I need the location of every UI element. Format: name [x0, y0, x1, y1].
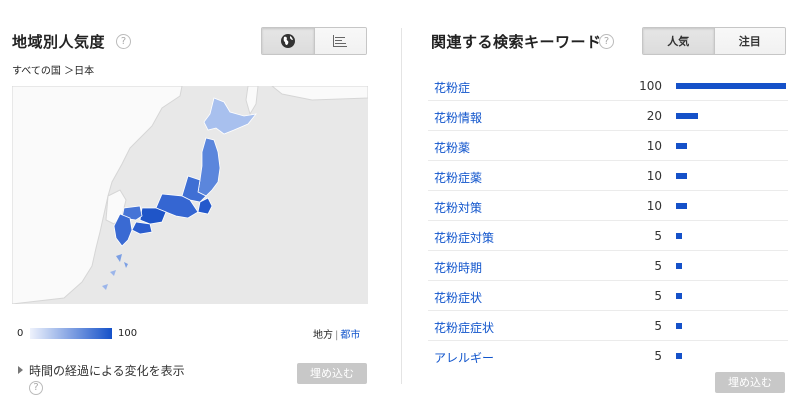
- score-bar: [676, 203, 687, 209]
- list-icon: [333, 35, 348, 47]
- keyword-link[interactable]: 花粉症状: [434, 289, 482, 306]
- table-row: 花粉薬 10: [428, 131, 788, 161]
- score-bar: [676, 143, 687, 149]
- tab-rising[interactable]: 注目: [713, 28, 785, 54]
- table-row: 花粉時期 5: [428, 251, 788, 281]
- globe-icon: [280, 34, 295, 48]
- view-toggle: [261, 27, 367, 55]
- score-bar: [676, 173, 687, 179]
- score-bar: [676, 113, 698, 119]
- keyword-score: 10: [646, 169, 662, 183]
- list-view-button[interactable]: [313, 28, 366, 54]
- region-link[interactable]: 地方: [313, 330, 333, 341]
- tab-popular[interactable]: 人気: [643, 28, 714, 54]
- table-row: 花粉症 100: [428, 71, 788, 101]
- map-view-button[interactable]: [262, 28, 314, 54]
- score-bar: [676, 293, 682, 299]
- panel-divider: [401, 28, 402, 384]
- keyword-link[interactable]: 花粉薬: [434, 139, 470, 156]
- keyword-score: 5: [654, 349, 662, 363]
- legend-max: 100: [118, 328, 138, 339]
- keyword-table: 花粉症 100 花粉情報 20 花粉薬 10 花粉症薬 10 花粉対策 10 花粉症対策 5 花粉時期 5…: [428, 71, 788, 371]
- keyword-score: 5: [654, 259, 662, 273]
- table-row: 花粉症薬 10: [428, 161, 788, 191]
- table-row: 花粉症状 5: [428, 281, 788, 311]
- city-link[interactable]: 都市: [340, 330, 360, 341]
- keyword-link[interactable]: アレルギー: [434, 349, 494, 366]
- embed-button[interactable]: 埋め込む: [715, 372, 785, 393]
- keyword-score: 5: [654, 319, 662, 333]
- score-bar: [676, 83, 786, 89]
- table-row: 花粉対策 10: [428, 191, 788, 221]
- legend-gradient: [30, 328, 112, 339]
- keyword-score: 10: [646, 199, 662, 213]
- keyword-link[interactable]: 花粉症薬: [434, 169, 482, 186]
- expand-triangle-icon: [18, 366, 23, 374]
- level-links: 地方 | 都市: [313, 330, 361, 341]
- time-expander-label: 時間の経過による変化を表示: [29, 364, 185, 378]
- breadcrumb[interactable]: すべての国 ＞日本: [12, 62, 94, 77]
- keyword-link[interactable]: 花粉時期: [434, 259, 482, 276]
- score-bar: [676, 353, 682, 359]
- regional-map[interactable]: [12, 86, 368, 304]
- japan-map: [12, 86, 368, 304]
- table-row: 花粉症対策 5: [428, 221, 788, 251]
- help-icon[interactable]: ?: [116, 34, 131, 49]
- keyword-score: 20: [646, 109, 662, 123]
- help-icon[interactable]: ?: [599, 34, 614, 49]
- keyword-score: 100: [639, 79, 662, 93]
- keyword-link[interactable]: 花粉情報: [434, 109, 482, 126]
- keyword-score: 5: [654, 229, 662, 243]
- score-bar: [676, 263, 682, 269]
- keyword-link[interactable]: 花粉症症状: [434, 319, 494, 336]
- table-row: アレルギー 5: [428, 341, 788, 371]
- keyword-score: 10: [646, 139, 662, 153]
- keyword-link[interactable]: 花粉症対策: [434, 229, 494, 246]
- table-row: 花粉症症状 5: [428, 311, 788, 341]
- embed-button[interactable]: 埋め込む: [297, 363, 367, 384]
- legend-min: 0: [17, 328, 24, 339]
- keyword-score: 5: [654, 289, 662, 303]
- keyword-link[interactable]: 花粉症: [434, 79, 470, 96]
- regional-title: 地域別人気度: [12, 33, 106, 51]
- score-bar: [676, 233, 682, 239]
- score-bar: [676, 323, 682, 329]
- time-expander[interactable]: 時間の経過による変化を表示: [18, 362, 185, 379]
- keyword-link[interactable]: 花粉対策: [434, 199, 482, 216]
- related-title: 関連する検索キーワード: [431, 33, 602, 51]
- sort-toggle: 人気 注目: [642, 27, 786, 55]
- table-row: 花粉情報 20: [428, 101, 788, 131]
- help-icon[interactable]: ?: [29, 381, 43, 395]
